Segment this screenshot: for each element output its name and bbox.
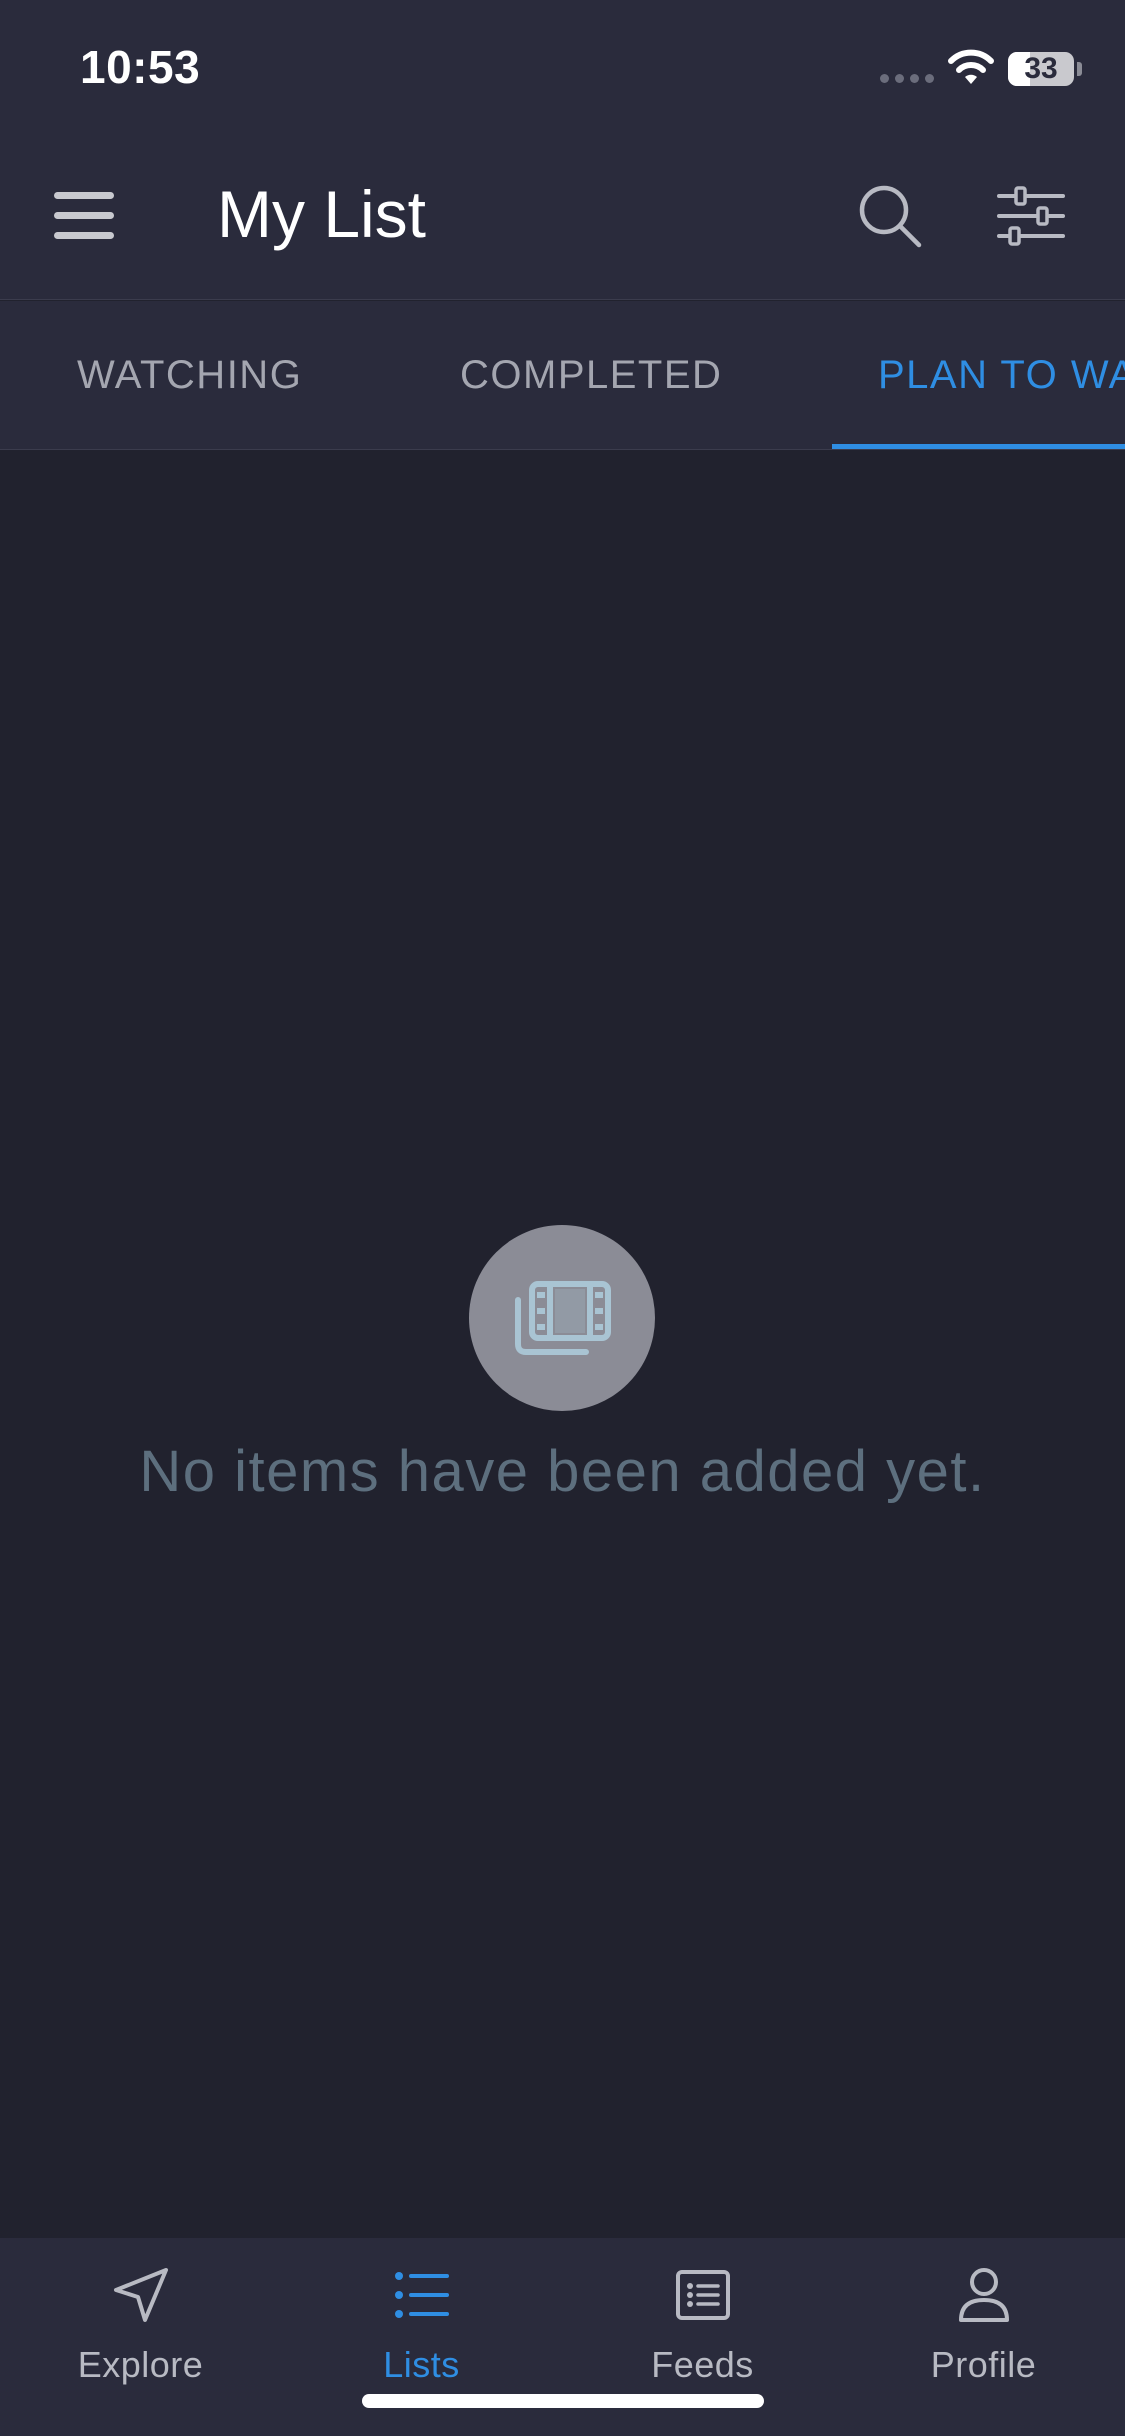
- nav-explore[interactable]: Explore: [0, 2238, 281, 2418]
- tab-plan-to-watch[interactable]: PLAN TO WATCH: [878, 301, 1125, 449]
- nav-explore-label: Explore: [77, 2344, 204, 2385]
- menu-icon[interactable]: [54, 192, 114, 246]
- cellular-dots-icon: [880, 74, 934, 83]
- empty-state-message: No items have been added yet.: [139, 1439, 986, 1504]
- battery-cap: [1077, 62, 1082, 76]
- film-library-icon: [515, 1281, 611, 1355]
- page-title: My List: [217, 177, 427, 251]
- nav-feeds-label: Feeds: [651, 2344, 754, 2385]
- active-tab-indicator: [832, 444, 1125, 449]
- nav-feeds[interactable]: Feeds: [562, 2238, 843, 2418]
- nav-profile[interactable]: Profile: [843, 2238, 1124, 2418]
- nav-lists-label: Lists: [383, 2344, 460, 2385]
- tab-watching[interactable]: WATCHING: [77, 301, 302, 449]
- list-icon: [394, 2272, 449, 2318]
- wifi-icon: [948, 49, 994, 84]
- battery-label: 33: [1024, 52, 1058, 85]
- empty-state-badge: [469, 1225, 655, 1411]
- status-time: 10:53: [80, 41, 201, 93]
- status-bar: 10:53 33: [0, 0, 1125, 140]
- tab-completed[interactable]: COMPLETED: [460, 301, 722, 449]
- person-icon: [958, 2268, 1009, 2322]
- feed-icon: [675, 2270, 730, 2320]
- app-header: My List: [0, 140, 1125, 300]
- navigation-arrow-icon: [113, 2268, 168, 2322]
- search-icon[interactable]: [856, 182, 924, 250]
- list-tabs: WATCHING COMPLETED PLAN TO WATCH: [0, 301, 1125, 450]
- home-indicator[interactable]: [362, 2394, 764, 2408]
- nav-lists[interactable]: Lists: [281, 2238, 562, 2418]
- filter-sliders-icon[interactable]: [996, 184, 1066, 248]
- battery-icon: 33: [1008, 52, 1074, 86]
- nav-profile-label: Profile: [930, 2344, 1037, 2385]
